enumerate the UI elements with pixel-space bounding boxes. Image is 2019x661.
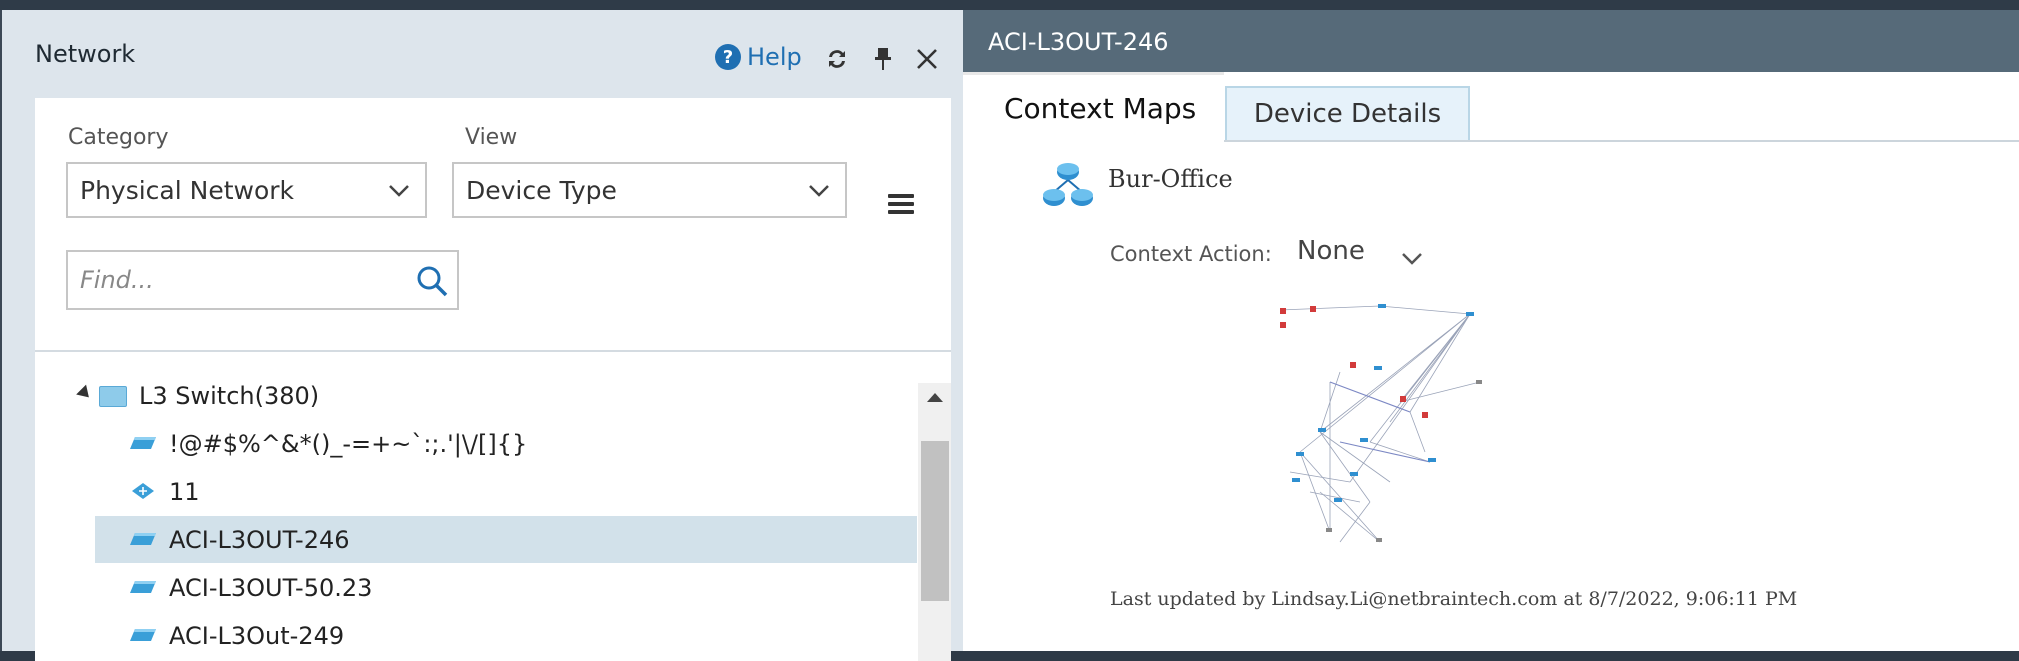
network-panel: Network ? Help Category View Physical Ne…: [2, 10, 963, 661]
view-label: View: [465, 125, 518, 150]
scroll-up-icon[interactable]: [927, 393, 943, 402]
tab-bar: Context Maps Device Details: [963, 72, 2019, 142]
detail-header: ACI-L3OUT-246: [963, 10, 2019, 72]
search-icon[interactable]: [415, 264, 449, 298]
help-label: Help: [747, 43, 802, 71]
chevron-down-icon: [389, 185, 409, 197]
device-detail-panel: ACI-L3OUT-246 Context Maps Device Detail…: [963, 10, 2019, 651]
tree-item[interactable]: ACI-L3OUT-50.23: [35, 564, 917, 611]
help-icon: ?: [715, 44, 741, 70]
l3-switch-icon: [130, 533, 156, 545]
tree-group-label: L3 Switch(380): [139, 381, 320, 410]
tree-item-label: 11: [169, 477, 200, 506]
help-link[interactable]: ? Help: [715, 40, 802, 74]
site-icon: [1043, 163, 1093, 206]
l3-switch-icon: [130, 629, 156, 641]
view-value: Device Type: [466, 175, 617, 205]
context-action-dropdown[interactable]: None: [1297, 236, 1365, 266]
find-placeholder: Find...: [80, 266, 154, 294]
tree-item-label: ACI-L3OUT-246: [169, 525, 350, 554]
category-dropdown[interactable]: Physical Network: [66, 162, 427, 218]
tree-item[interactable]: !@#$%^&*()_-=+~`:;.'|\/[]{}: [35, 420, 917, 467]
tree-item-label: !@#$%^&*()_-=+~`:;.'|\/[]{}: [169, 429, 528, 458]
tree-group-row[interactable]: L3 Switch(380): [35, 372, 917, 419]
last-updated-text: Last updated by Lindsay.Li@netbraintech.…: [1110, 588, 1798, 610]
top-bar: [0, 0, 2019, 10]
find-input[interactable]: Find...: [66, 250, 459, 310]
router-icon: [132, 483, 154, 499]
context-action-label: Context Action:: [1110, 242, 1272, 266]
context-map-thumbnail[interactable]: [1270, 302, 1500, 552]
tree-item-selected[interactable]: ACI-L3OUT-246: [95, 516, 917, 563]
expand-caret-icon[interactable]: [76, 384, 94, 403]
tree-scrollbar[interactable]: [918, 383, 951, 661]
l3-switch-icon: [130, 437, 156, 449]
panel-title: Network: [35, 40, 136, 68]
detail-title: ACI-L3OUT-246: [988, 28, 1169, 56]
tree-item-label: ACI-L3Out-249: [169, 621, 345, 650]
device-tree: L3 Switch(380) !@#$%^&*()_-=+~`:;.'|\/[]…: [35, 352, 951, 661]
category-label: Category: [68, 125, 169, 150]
close-icon[interactable]: [912, 44, 942, 74]
menu-icon[interactable]: [888, 190, 914, 216]
tab-context-maps[interactable]: Context Maps: [963, 72, 1224, 142]
scrollbar-thumb[interactable]: [921, 441, 949, 601]
tree-item[interactable]: ACI-L3Out-249: [35, 612, 917, 659]
refresh-icon[interactable]: [822, 44, 852, 74]
chevron-down-icon: [809, 185, 829, 197]
pin-icon[interactable]: [868, 44, 898, 74]
tree-item[interactable]: 11: [35, 468, 917, 515]
view-dropdown[interactable]: Device Type: [452, 162, 847, 218]
folder-icon: [99, 386, 127, 407]
chevron-down-icon[interactable]: [1401, 248, 1423, 268]
site-name: Bur-Office: [1108, 165, 1233, 193]
tree-item-label: ACI-L3OUT-50.23: [169, 573, 373, 602]
category-value: Physical Network: [80, 175, 295, 205]
tab-device-details[interactable]: Device Details: [1225, 86, 1470, 140]
l3-switch-icon: [130, 581, 156, 593]
network-panel-body: Category View Physical Network Device Ty…: [35, 98, 951, 661]
